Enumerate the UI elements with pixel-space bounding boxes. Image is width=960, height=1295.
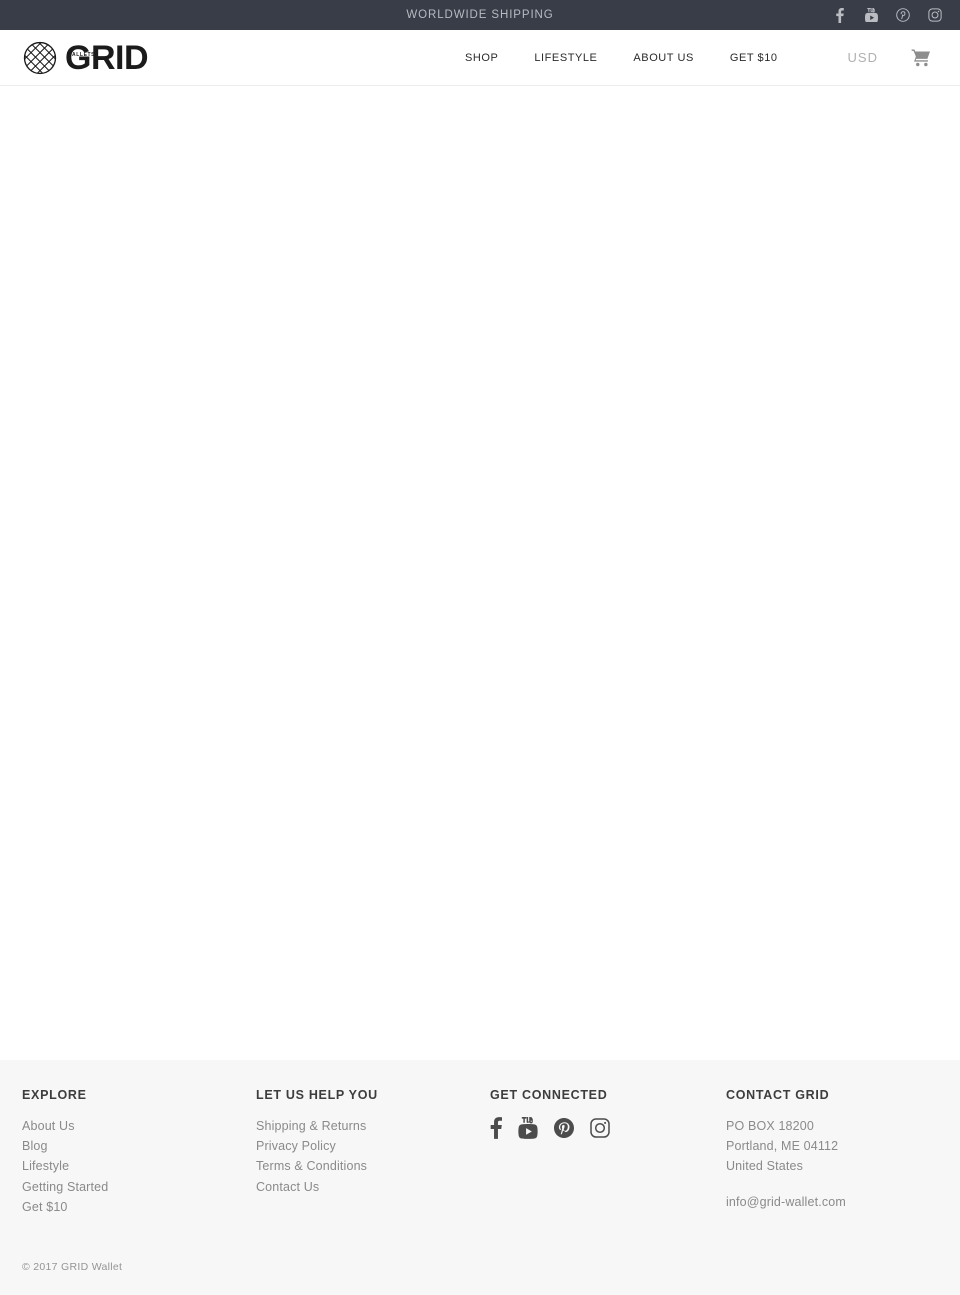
announcement-bar: WORLDWIDE SHIPPING — [0, 0, 960, 30]
main-content-area — [0, 86, 960, 1060]
footer-heading-help: LET US HELP YOU — [256, 1088, 378, 1102]
footer-social-links — [490, 1116, 724, 1140]
grid-lattice-circle-icon — [22, 40, 58, 76]
contact-address-line-3: United States — [726, 1159, 803, 1174]
footer-link-contact-us[interactable]: Contact Us — [256, 1177, 490, 1197]
primary-navigation: SHOP LIFESTYLE ABOUT US GET $10 USD — [447, 30, 938, 86]
footer-column-connected: GET CONNECTED — [490, 1088, 724, 1217]
footer-pinterest-link[interactable] — [554, 1116, 574, 1140]
contact-address-line-1: PO BOX 18200 — [726, 1119, 814, 1133]
footer-link-shipping-returns[interactable]: Shipping & Returns — [256, 1116, 490, 1136]
nav-item-lifestyle[interactable]: LIFESTYLE — [516, 30, 615, 86]
footer-bottom-bar: © 2017 GRID Wallet — [0, 1261, 960, 1273]
footer-instagram-link[interactable] — [590, 1116, 610, 1140]
shopping-cart-icon — [911, 49, 931, 67]
topbar-social-links — [832, 0, 942, 30]
footer-link-terms-conditions[interactable]: Terms & Conditions — [256, 1156, 490, 1176]
announcement-text: WORLDWIDE SHIPPING — [406, 9, 554, 21]
footer-link-get-10[interactable]: Get $10 — [22, 1197, 256, 1217]
youtube-icon — [518, 1117, 538, 1139]
footer-link-about-us[interactable]: About Us — [22, 1116, 256, 1136]
footer-columns: EXPLORE About Us Blog Lifestyle Getting … — [0, 1060, 960, 1217]
footer-link-lifestyle[interactable]: Lifestyle — [22, 1156, 256, 1176]
cart-button[interactable] — [904, 30, 938, 86]
facebook-icon — [835, 7, 844, 23]
pinterest-icon — [896, 8, 910, 22]
nav-item-shop[interactable]: SHOP — [447, 30, 516, 86]
topbar-facebook-link[interactable] — [832, 7, 846, 23]
brand-wordmark: WALLETS GRID — [65, 38, 149, 77]
topbar-instagram-link[interactable] — [928, 8, 942, 23]
contact-email-link[interactable]: info@grid-wallet.com — [726, 1192, 938, 1212]
currency-selector[interactable]: USD — [834, 30, 892, 86]
footer-link-privacy-policy[interactable]: Privacy Policy — [256, 1136, 490, 1156]
nav-item-get-10[interactable]: GET $10 — [712, 30, 796, 86]
footer-facebook-link[interactable] — [490, 1116, 502, 1140]
footer-heading-explore: EXPLORE — [22, 1088, 87, 1102]
contact-address-line-2: Portland, ME 04112 — [726, 1139, 839, 1154]
footer-column-explore: EXPLORE About Us Blog Lifestyle Getting … — [22, 1088, 256, 1217]
brand-logo-link[interactable]: WALLETS GRID — [22, 38, 149, 77]
topbar-youtube-link[interactable] — [864, 8, 878, 23]
footer-link-blog[interactable]: Blog — [22, 1136, 256, 1156]
pinterest-icon — [554, 1118, 574, 1138]
brand-subtext: WALLETS — [67, 51, 96, 58]
site-header: WALLETS GRID SHOP LIFESTYLE ABOUT US GET… — [0, 30, 960, 86]
footer-youtube-link[interactable] — [518, 1116, 538, 1140]
nav-item-about-us[interactable]: ABOUT US — [615, 30, 711, 86]
brand-name: GRID — [65, 38, 149, 77]
footer-heading-contact: CONTACT GRID — [726, 1088, 830, 1102]
footer-column-help: LET US HELP YOU Shipping & Returns Priva… — [256, 1088, 490, 1217]
instagram-icon — [590, 1118, 610, 1138]
topbar-pinterest-link[interactable] — [896, 8, 910, 23]
footer-link-getting-started[interactable]: Getting Started — [22, 1177, 256, 1197]
instagram-icon — [928, 8, 942, 22]
copyright-text: © 2017 GRID Wallet — [22, 1261, 123, 1273]
footer-heading-connected: GET CONNECTED — [490, 1088, 608, 1102]
facebook-icon — [490, 1117, 502, 1139]
footer-column-contact: CONTACT GRID PO BOX 18200 Portland, ME 0… — [724, 1088, 938, 1217]
page-root: WORLDWIDE SHIPPING WALLETS GRID SHOP LIF… — [0, 0, 960, 1295]
site-footer: EXPLORE About Us Blog Lifestyle Getting … — [0, 1060, 960, 1295]
youtube-icon — [864, 8, 878, 22]
